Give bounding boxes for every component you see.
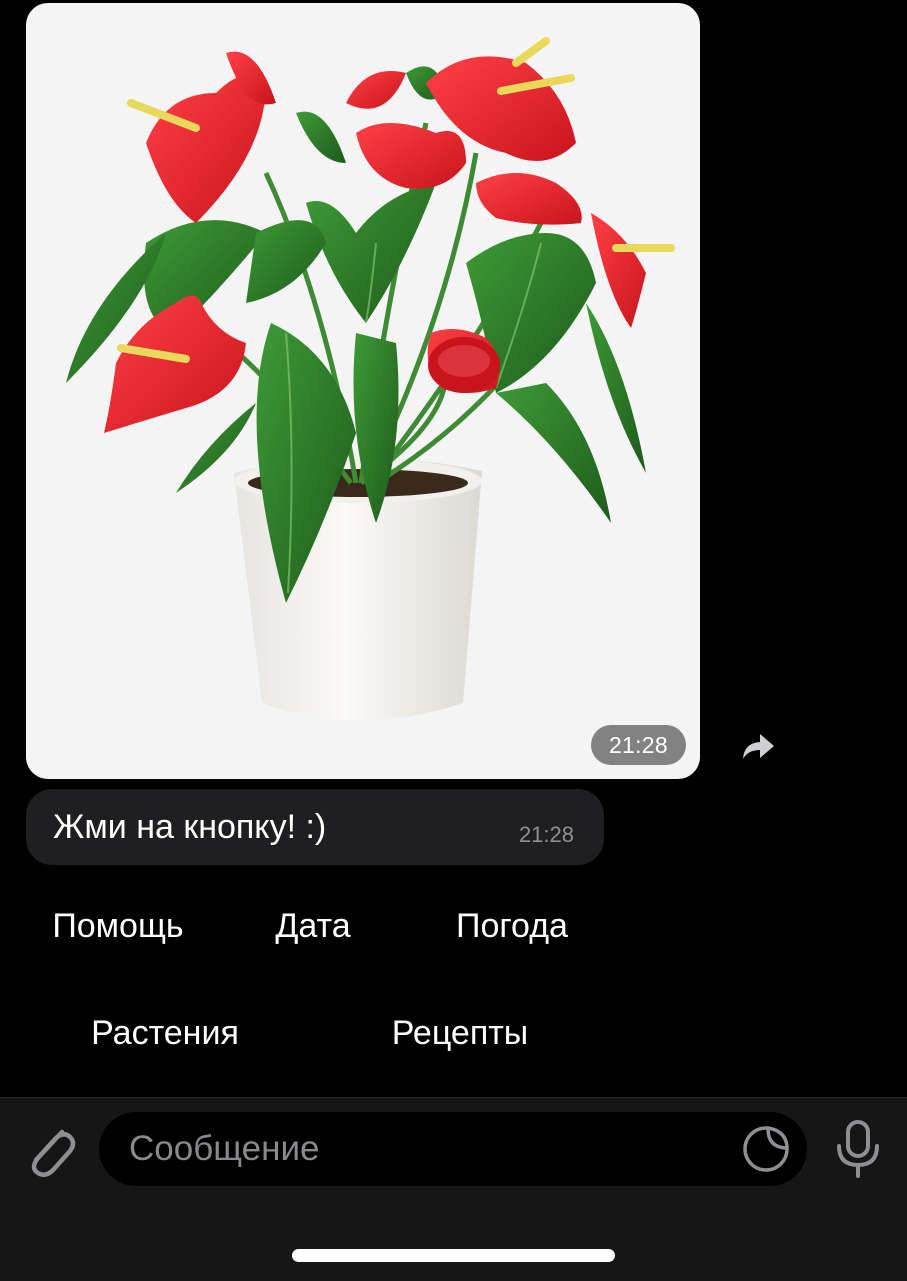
paperclip-icon[interactable] bbox=[22, 1118, 78, 1178]
message-input[interactable] bbox=[129, 1112, 729, 1186]
keyboard-button-date[interactable]: Дата bbox=[243, 896, 383, 956]
anthurium-plant-image bbox=[66, 37, 675, 721]
message-time: 21:28 bbox=[518, 822, 574, 847]
share-arrow-icon[interactable] bbox=[736, 724, 780, 768]
photo-message[interactable]: 21:28 bbox=[26, 3, 700, 779]
text-message[interactable]: Жми на кнопку! :) 21:28 bbox=[26, 789, 604, 865]
keyboard-button-plants[interactable]: Растения bbox=[60, 1003, 270, 1063]
photo-message-time: 21:28 bbox=[590, 725, 686, 765]
message-text: Жми на кнопку! :) bbox=[53, 808, 327, 846]
keyboard-button-weather[interactable]: Погода bbox=[432, 896, 592, 956]
microphone-icon[interactable] bbox=[832, 1118, 884, 1180]
keyboard-button-recipes[interactable]: Рецепты bbox=[365, 1003, 555, 1063]
sticker-icon[interactable] bbox=[742, 1125, 790, 1173]
keyboard-button-help[interactable]: Помощь bbox=[20, 896, 216, 956]
message-field[interactable] bbox=[99, 1112, 807, 1186]
home-indicator bbox=[292, 1249, 615, 1262]
